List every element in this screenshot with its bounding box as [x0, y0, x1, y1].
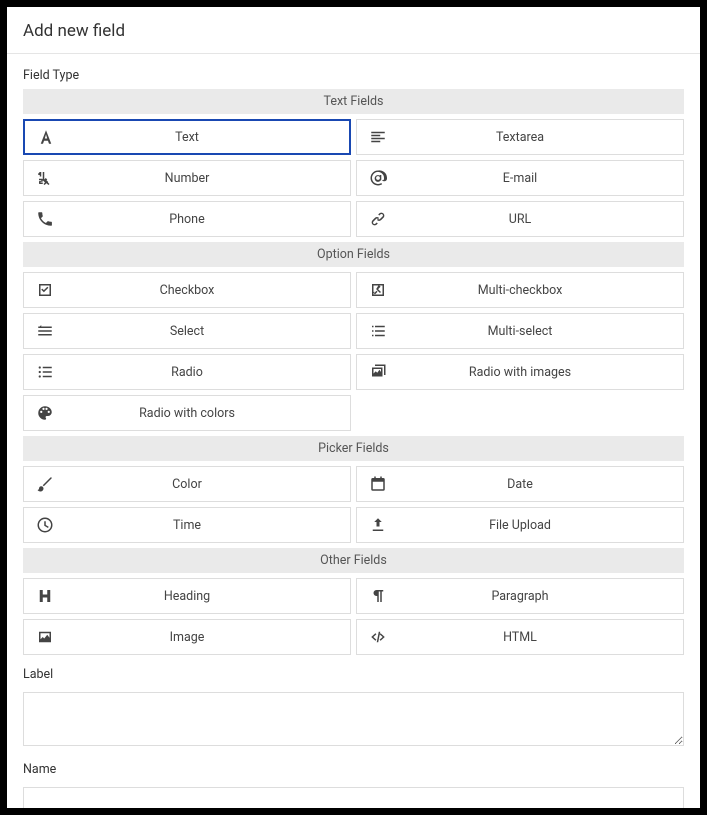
field-option-label: Date	[399, 477, 683, 492]
name-field-label: Name	[23, 762, 684, 777]
field-option-label: Radio	[66, 365, 350, 380]
group-header: Text Fields	[23, 89, 684, 114]
check-square-icon	[24, 281, 66, 299]
align-left-icon	[357, 128, 399, 146]
field-option-label: E-mail	[399, 171, 683, 186]
name-input[interactable]	[23, 787, 684, 808]
field-option-checkbox[interactable]: Checkbox	[23, 272, 351, 308]
field-option-label: Radio with images	[399, 365, 683, 380]
add-field-panel: Add new field Field Type Text Fields Text…	[7, 7, 700, 808]
at-icon	[357, 169, 399, 187]
field-option-label: Number	[66, 171, 350, 186]
brush-icon	[24, 475, 66, 493]
upload-icon	[357, 516, 399, 534]
list-ul-icon	[357, 322, 399, 340]
list-alt-icon	[24, 322, 66, 340]
field-option-grid: Heading Paragraph Image HTML	[23, 578, 684, 655]
field-option-textarea[interactable]: Textarea	[356, 119, 684, 155]
field-option-phone[interactable]: Phone	[23, 201, 351, 237]
field-option-label: Text	[67, 130, 349, 145]
label-field-label: Label	[23, 667, 684, 682]
field-option-html[interactable]: HTML	[356, 619, 684, 655]
code-icon	[357, 628, 399, 646]
clock-icon	[24, 516, 66, 534]
list-dot-icon	[24, 363, 66, 381]
field-option-url[interactable]: URL	[356, 201, 684, 237]
field-option-label: Multi-select	[399, 324, 683, 339]
field-option-label: URL	[399, 212, 683, 227]
heading-icon	[24, 587, 66, 605]
calendar-icon	[357, 475, 399, 493]
field-option-label: Paragraph	[399, 589, 683, 604]
field-option-text[interactable]: Text	[23, 119, 351, 155]
field-option-label: HTML	[399, 630, 683, 645]
field-option-multi-checkbox[interactable]: Multi-checkbox	[356, 272, 684, 308]
numeric-icon	[24, 169, 66, 187]
field-option-image[interactable]: Image	[23, 619, 351, 655]
images-icon	[357, 363, 399, 381]
field-option-label: Textarea	[399, 130, 683, 145]
field-type-label: Field Type	[23, 68, 684, 83]
field-option-label: Heading	[66, 589, 350, 604]
field-option-radio[interactable]: Radio	[23, 354, 351, 390]
link-icon	[357, 210, 399, 228]
pilcrow-icon	[357, 587, 399, 605]
palette-icon	[24, 404, 66, 422]
field-option-label: Color	[66, 477, 350, 492]
field-option-grid: Color Date Time File Upload	[23, 466, 684, 543]
image-icon	[24, 628, 66, 646]
field-option-heading[interactable]: Heading	[23, 578, 351, 614]
field-option-grid: Text Textarea Number E-mail Phone URL	[23, 119, 684, 237]
group-header: Option Fields	[23, 242, 684, 267]
panel-header: Add new field	[7, 7, 700, 54]
field-option-radio-colors[interactable]: Radio with colors	[23, 395, 351, 431]
field-option-label: Radio with colors	[66, 406, 350, 421]
panel-body: Field Type Text Fields Text Textarea Number…	[7, 54, 700, 808]
group-header: Other Fields	[23, 548, 684, 573]
field-option-label: Multi-checkbox	[399, 283, 683, 298]
field-option-color[interactable]: Color	[23, 466, 351, 502]
field-option-time[interactable]: Time	[23, 507, 351, 543]
field-option-radio-images[interactable]: Radio with images	[356, 354, 684, 390]
field-option-date[interactable]: Date	[356, 466, 684, 502]
panel-title: Add new field	[23, 21, 684, 41]
field-option-multi-select[interactable]: Multi-select	[356, 313, 684, 349]
field-option-upload[interactable]: File Upload	[356, 507, 684, 543]
field-option-label: Phone	[66, 212, 350, 227]
field-option-label: Checkbox	[66, 283, 350, 298]
check-square-o-icon	[357, 281, 399, 299]
font-icon	[25, 128, 67, 146]
field-option-paragraph[interactable]: Paragraph	[356, 578, 684, 614]
field-option-label: Image	[66, 630, 350, 645]
label-input[interactable]	[23, 692, 684, 746]
phone-icon	[24, 210, 66, 228]
field-option-label: Select	[66, 324, 350, 339]
field-option-label: File Upload	[399, 518, 683, 533]
field-option-number[interactable]: Number	[23, 160, 351, 196]
field-option-grid: Checkbox Multi-checkbox Select Multi-select…	[23, 272, 684, 431]
group-header: Picker Fields	[23, 436, 684, 461]
field-option-select[interactable]: Select	[23, 313, 351, 349]
field-option-label: Time	[66, 518, 350, 533]
field-option-email[interactable]: E-mail	[356, 160, 684, 196]
